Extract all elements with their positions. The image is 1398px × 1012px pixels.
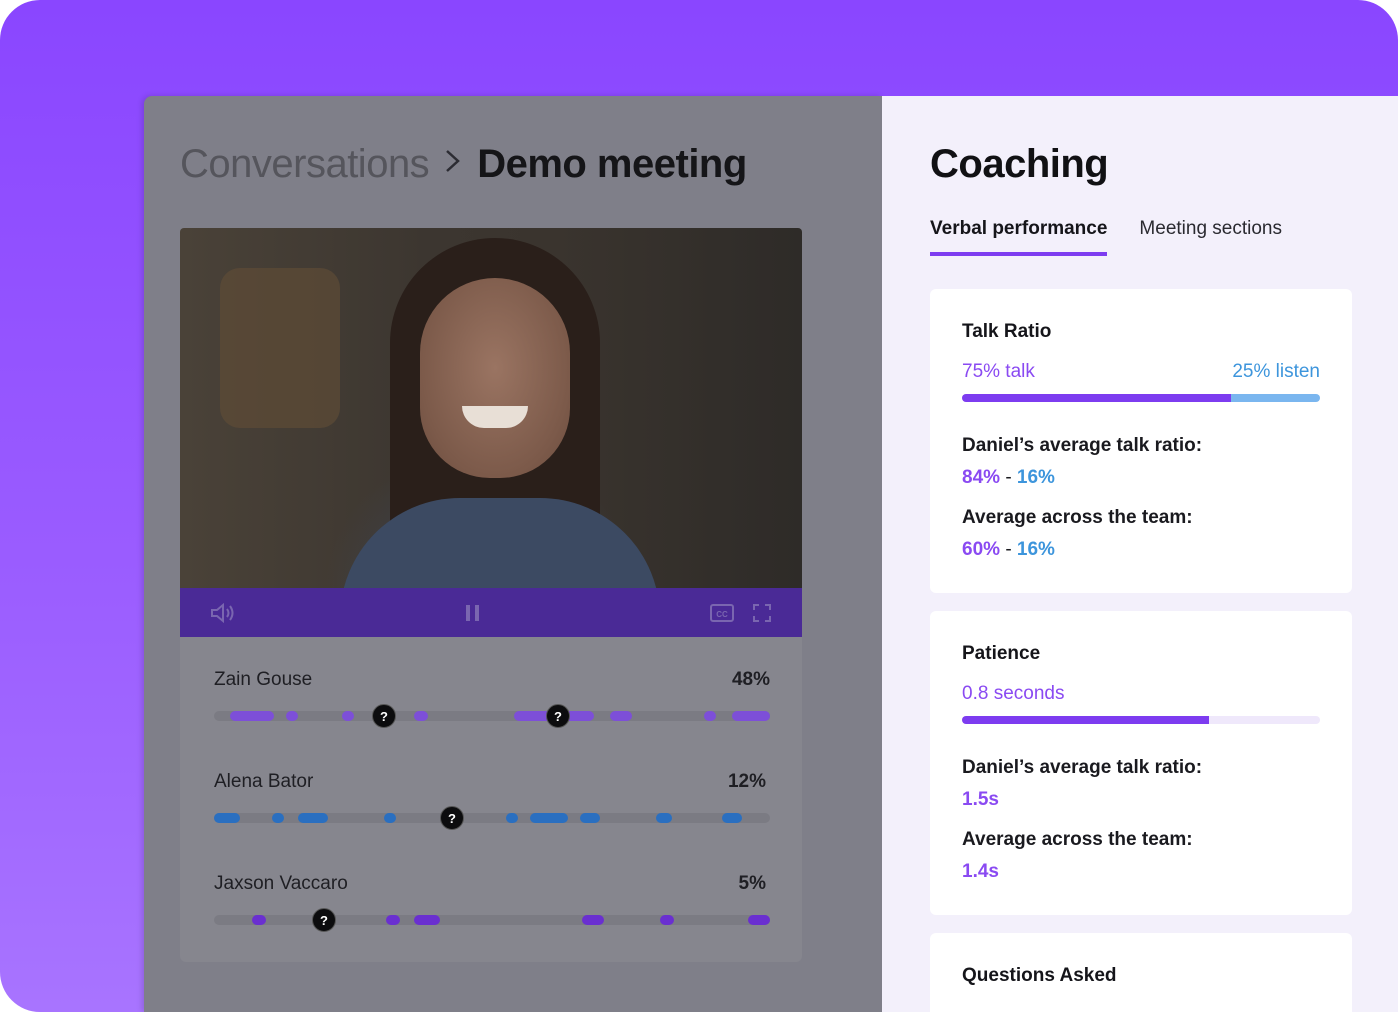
talk-segment[interactable] [732, 711, 770, 721]
question-marker[interactable]: ? [372, 704, 396, 728]
daniel-average-value: 84% - 16% [962, 467, 1055, 489]
talk-segment[interactable] [272, 813, 284, 823]
talk-segment[interactable] [610, 711, 632, 721]
team-average-label: Average across the team: [962, 507, 1193, 528]
coaching-panel: Coaching Verbal performance Meeting sect… [882, 96, 1398, 1012]
talk-segment[interactable] [660, 915, 674, 925]
talk-segment[interactable] [414, 915, 440, 925]
talk-segment[interactable] [580, 813, 600, 823]
pause-icon[interactable] [463, 602, 483, 624]
speaker-icon[interactable] [210, 602, 236, 624]
question-marker[interactable]: ? [440, 806, 464, 830]
chevron-right-icon [443, 146, 463, 184]
speaker-track[interactable]: ? ? [214, 704, 770, 728]
video-frame-face [420, 278, 570, 478]
breadcrumb-conversations-link[interactable]: Conversations [180, 142, 430, 187]
ratio-separator: - [1005, 539, 1012, 560]
talk-percent-label: 75% talk [962, 361, 1035, 382]
talk-ratio-bar [962, 394, 1320, 402]
conversation-panel: Conversations Demo meeting CC Zain Gouse… [144, 96, 882, 1012]
talk-segment[interactable] [384, 813, 396, 823]
patience-card: Patience 0.8 seconds Daniel’s average ta… [930, 611, 1352, 915]
speaker-name: Zain Gouse [214, 669, 313, 690]
team-talk-value: 60% [962, 539, 1001, 560]
speaker-percent: 12% [727, 771, 766, 792]
daniel-patience-value: 1.5s [962, 789, 999, 810]
talk-segment[interactable] [704, 711, 716, 721]
team-average-label: Average across the team: [962, 829, 1193, 850]
talk-segment[interactable] [748, 915, 770, 925]
patience-remainder [1209, 716, 1320, 724]
talk-ratio-fill [962, 394, 1231, 402]
listen-ratio-fill [1230, 394, 1320, 402]
team-listen-value: 16% [1016, 539, 1055, 560]
daniel-average-label: Daniel’s average talk ratio: [962, 435, 1203, 456]
daniel-average-label: Daniel’s average talk ratio: [962, 757, 1203, 778]
talk-segment[interactable] [414, 711, 428, 721]
breadcrumb: Conversations Demo meeting [180, 142, 747, 187]
team-average-value: 60% - 16% [962, 539, 1055, 561]
tab-verbal-performance[interactable]: Verbal performance [930, 218, 1108, 256]
speaker-track[interactable]: ? [214, 806, 770, 830]
svg-text:CC: CC [716, 610, 728, 619]
coaching-title: Coaching [930, 142, 1109, 186]
talk-segment[interactable] [214, 813, 240, 823]
patience-title: Patience [962, 643, 1041, 664]
daniel-listen-value: 16% [1016, 467, 1055, 488]
speaker-timeline: Zain Gouse 48% ? ? Alena Bator 12% ? Jax… [180, 637, 802, 962]
talk-segment[interactable] [582, 915, 604, 925]
daniel-talk-value: 84% [962, 467, 1001, 488]
talk-segment[interactable] [530, 813, 568, 823]
questions-asked-card: Questions Asked [930, 933, 1352, 1012]
speaker-row-zain: Zain Gouse 48% ? ? [214, 637, 770, 728]
app-frame: Conversations Demo meeting CC Zain Gouse… [0, 0, 1398, 1012]
video-player[interactable] [180, 228, 802, 588]
tab-meeting-sections[interactable]: Meeting sections [1139, 218, 1282, 256]
speaker-name: Jaxson Vaccaro [214, 873, 348, 894]
video-frame-shirt [340, 498, 660, 588]
talk-segment[interactable] [386, 915, 400, 925]
speaker-row-jaxson: Jaxson Vaccaro 5% ? [214, 841, 770, 932]
speaker-percent: 5% [738, 873, 766, 894]
talk-segment[interactable] [656, 813, 672, 823]
fullscreen-icon[interactable] [752, 603, 772, 623]
talk-segment[interactable] [298, 813, 328, 823]
talk-segment[interactable] [252, 915, 266, 925]
questions-asked-title: Questions Asked [962, 965, 1117, 986]
speaker-row-alena: Alena Bator 12% ? [214, 739, 770, 830]
talk-segment[interactable] [506, 813, 518, 823]
talk-segment[interactable] [722, 813, 742, 823]
speaker-name: Alena Bator [214, 771, 314, 792]
video-controls: CC [180, 588, 802, 637]
talk-segment[interactable] [230, 711, 274, 721]
coaching-tabs: Verbal performance Meeting sections [930, 218, 1282, 256]
question-marker[interactable]: ? [312, 908, 336, 932]
patience-value-label: 0.8 seconds [962, 683, 1065, 704]
talk-ratio-title: Talk Ratio [962, 321, 1052, 342]
talk-segment[interactable] [342, 711, 354, 721]
patience-fill [962, 716, 1210, 724]
page-title: Demo meeting [477, 142, 747, 186]
video-background [220, 268, 340, 428]
speaker-percent: 48% [731, 669, 770, 690]
patience-bar [962, 716, 1320, 724]
team-patience-value: 1.4s [962, 861, 999, 882]
closed-captions-icon[interactable]: CC [710, 603, 734, 622]
talk-segment[interactable] [286, 711, 298, 721]
speaker-track[interactable]: ? [214, 908, 770, 932]
question-marker[interactable]: ? [546, 704, 570, 728]
talk-ratio-card: Talk Ratio 75% talk 25% listen Daniel’s … [930, 289, 1352, 593]
listen-percent-label: 25% listen [1232, 361, 1320, 382]
ratio-separator: - [1005, 467, 1012, 488]
